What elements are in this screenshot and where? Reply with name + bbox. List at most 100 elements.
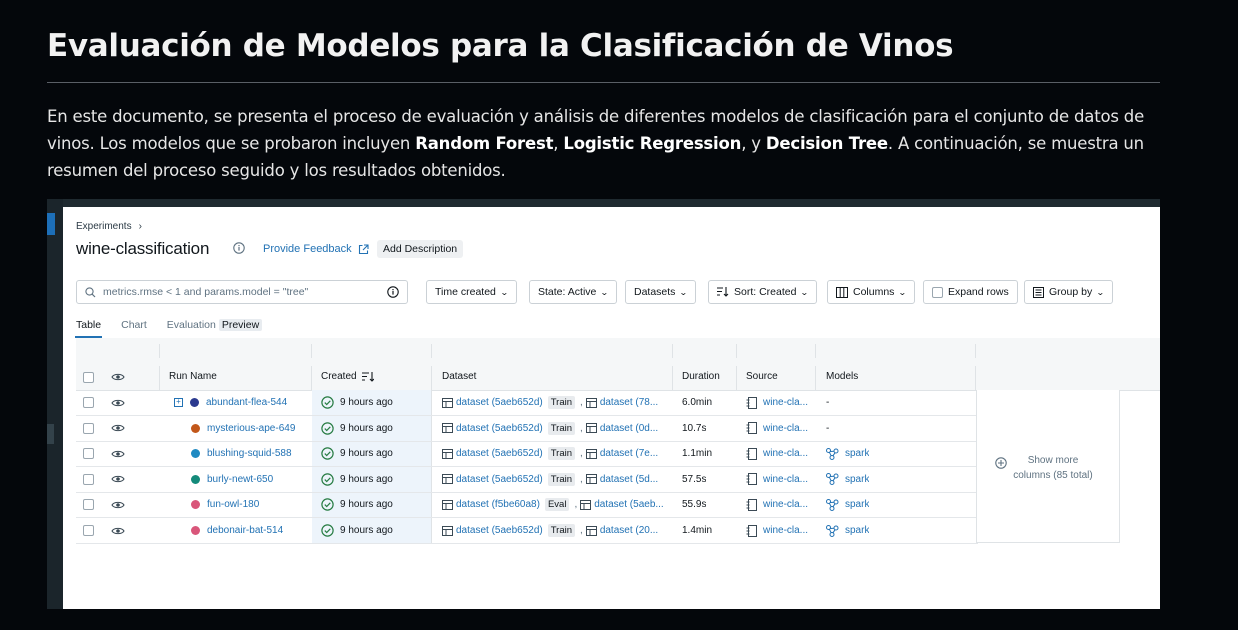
eye-icon[interactable] [111,372,125,382]
column-source[interactable]: Source [746,371,778,382]
table-icon [442,525,453,536]
table-icon [585,397,597,408]
source-link[interactable]: wine-cla... [763,474,808,485]
expand-rows-toggle[interactable]: Expand rows [923,280,1018,304]
expand-rows-checkbox[interactable] [932,286,943,298]
created-time: 9 hours ago [340,448,393,460]
row-checkbox[interactable] [83,448,94,460]
column-models[interactable]: Models [826,371,858,382]
show-more-columns-panel[interactable]: Show more columns (85 total) [976,390,1120,543]
chevron-down-icon: ⌄ [898,287,908,297]
mlflow-screenshot: Experiments › wine-classification Provid… [47,199,1160,609]
column-dataset[interactable]: Dataset [442,371,476,382]
dataset-link[interactable]: dataset (20... [600,525,658,536]
source-link[interactable]: wine-cla... [763,448,808,459]
notebook-icon [746,447,757,460]
search-help-icon[interactable] [387,286,399,298]
info-icon[interactable] [233,242,245,254]
dataset-context-tag: Train [547,524,576,537]
column-run-name[interactable]: Run Name [169,371,217,382]
dataset-link[interactable]: dataset (f5be60a8) [456,499,540,510]
notebook-icon [746,422,757,435]
run-name-link[interactable]: debonair-bat-514 [207,525,283,536]
model-icon [826,524,839,537]
model-link[interactable]: spark [845,525,869,536]
tab-table[interactable]: Table [74,319,103,338]
row-checkbox[interactable] [83,473,94,485]
table-row[interactable]: debonair-bat-514 9 hours ago dataset (5aeb… [76,518,978,544]
dataset-link[interactable]: dataset (5aeb652d) [456,448,543,459]
source-link[interactable]: wine-cla... [763,397,808,408]
eye-icon[interactable] [111,500,125,510]
check-circle-icon [321,498,334,512]
eye-icon[interactable] [111,526,125,536]
group-by-dropdown[interactable]: Group by ⌄ [1024,280,1113,304]
dataset-link[interactable]: dataset (5aeb652d) [456,423,543,434]
dataset-link[interactable]: dataset (5d... [600,474,658,485]
show-more-columns-label: Show more columns (85 total) [1013,455,1093,481]
duration-value: 6.0min [682,397,713,408]
notebook-icon [746,498,757,511]
provide-feedback-link[interactable]: Provide Feedback [263,243,369,255]
dataset-context-tag: Train [547,447,576,461]
eye-icon[interactable] [111,423,125,433]
dataset-link[interactable]: dataset (5aeb652d) [456,525,543,536]
row-checkbox[interactable] [83,397,94,408]
table-row[interactable]: + abundant-flea-544 9 hours ago dataset (5a… [76,390,978,416]
search-placeholder: metrics.rmse < 1 and params.model = "tre… [103,286,309,298]
run-name-link[interactable]: mysterious-ape-649 [207,423,295,434]
columns-dropdown[interactable]: Columns ⌄ [827,280,916,304]
dataset-link[interactable]: dataset (5aeb... [594,499,664,510]
run-name-link[interactable]: abundant-flea-544 [206,397,287,408]
tab-evaluation[interactable]: Evaluation Preview [167,319,263,331]
view-tabs: Table Chart Evaluation Preview [74,319,263,338]
created-time: 9 hours ago [340,525,393,536]
duration-value: 57.5s [682,473,707,485]
dataset-link[interactable]: dataset (0d... [600,423,658,434]
time-created-filter[interactable]: Time created ⌄ [426,280,517,304]
model-link[interactable]: spark [845,448,869,459]
source-link[interactable]: wine-cla... [763,423,808,434]
sidebar-marker [47,424,54,444]
dataset-link[interactable]: dataset (7e... [600,448,658,459]
source-link[interactable]: wine-cla... [763,499,808,510]
table-icon [442,397,453,408]
add-description-button[interactable]: Add Description [377,240,464,258]
table-row[interactable]: burly-newt-650 9 hours ago dataset (5aeb65… [76,467,978,493]
search-input[interactable]: metrics.rmse < 1 and params.model = "tre… [76,280,408,304]
run-name-link[interactable]: blushing-squid-588 [207,448,292,459]
table-row[interactable]: mysterious-ape-649 9 hours ago dataset (5a… [76,416,978,442]
title-divider [47,82,1160,83]
search-icon [85,286,96,297]
tab-chart[interactable]: Chart [121,319,147,331]
column-duration[interactable]: Duration [682,371,720,382]
run-color-dot [191,423,200,433]
breadcrumb: Experiments › [76,221,142,232]
eye-icon[interactable] [111,449,125,459]
dataset-link[interactable]: dataset (5aeb652d) [456,474,543,485]
run-name-link[interactable]: burly-newt-650 [207,474,273,485]
table-row[interactable]: fun-owl-180 9 hours ago dataset (f5be60a8)… [76,492,978,519]
select-all-checkbox[interactable] [83,372,94,383]
row-checkbox[interactable] [83,499,94,511]
sort-dropdown[interactable]: Sort: Created ⌄ [708,280,818,304]
experiment-page: Experiments › wine-classification Provid… [63,207,1160,609]
state-filter[interactable]: State: Active ⌄ [529,280,618,304]
breadcrumb-experiments[interactable]: Experiments [76,221,132,232]
chevron-down-icon: ⌄ [1096,287,1105,297]
table-icon [585,525,597,536]
source-link[interactable]: wine-cla... [763,525,808,536]
eye-icon[interactable] [111,474,125,484]
expand-toggle[interactable]: + [174,398,183,407]
table-row[interactable]: blushing-squid-588 9 hours ago dataset (5a… [76,441,978,468]
column-created[interactable]: Created [321,371,374,382]
row-checkbox[interactable] [83,422,94,434]
dataset-link[interactable]: dataset (5aeb652d) [456,397,543,408]
model-link[interactable]: spark [845,474,869,485]
datasets-filter[interactable]: Datasets ⌄ [625,280,697,304]
model-link[interactable]: spark [845,499,869,510]
row-checkbox[interactable] [83,525,94,536]
eye-icon[interactable] [111,398,125,408]
run-name-link[interactable]: fun-owl-180 [207,499,259,510]
dataset-link[interactable]: dataset (78... [600,397,658,408]
